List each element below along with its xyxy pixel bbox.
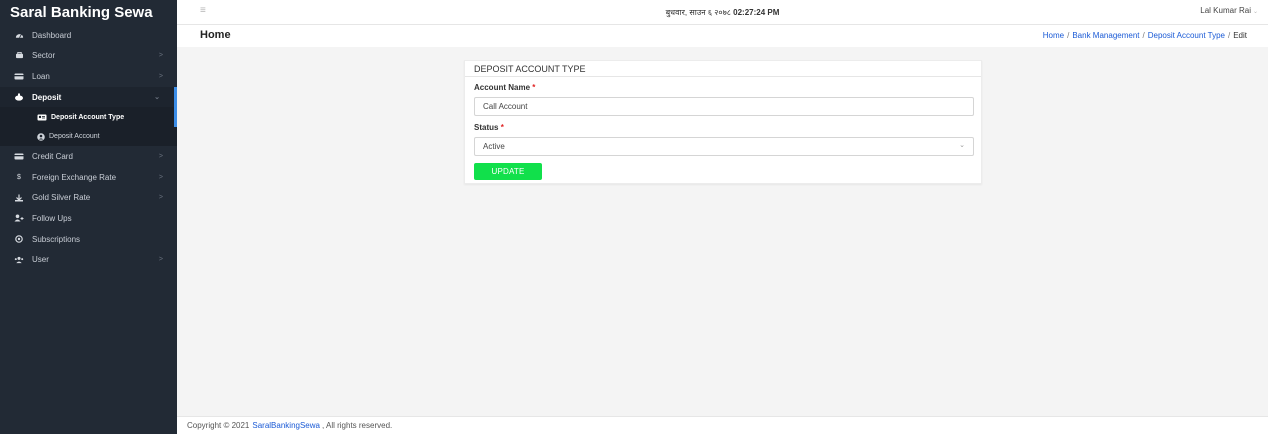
sidebar-item-credit-card[interactable]: Credit Card > [0, 146, 177, 167]
status-label-text: Status [474, 123, 499, 132]
sidebar-item-loan[interactable]: Loan > [0, 66, 177, 87]
required-mark: * [532, 83, 536, 92]
breadcrumb-bank-management[interactable]: Bank Management [1072, 31, 1139, 40]
sidebar-item-dashboard[interactable]: Dashboard [0, 25, 177, 46]
status-label: Status * [474, 123, 504, 132]
gold-silver-icon [14, 194, 24, 202]
sidebar-subitem-label: Deposit Account [49, 133, 100, 141]
chevron-right-icon: > [158, 256, 163, 264]
dollar-icon: $ [17, 173, 21, 181]
chevron-down-icon: ⌄ [1252, 9, 1258, 15]
sidebar-item-user[interactable]: User > [0, 249, 177, 270]
user-name: Lal Kumar Rai [1200, 6, 1251, 15]
sidebar: Saral Banking Sewa Dashboard Sector > Lo… [0, 0, 177, 434]
sidebar-item-foreign-exchange-rate[interactable]: $ Foreign Exchange Rate > [0, 167, 177, 188]
sidebar-item-label: Gold Silver Rate [32, 193, 91, 203]
breadcrumb-deposit-account-type[interactable]: Deposit Account Type [1148, 31, 1225, 40]
hamburger-menu-icon[interactable]: ≡ [200, 5, 206, 16]
brand-title[interactable]: Saral Banking Sewa [0, 0, 177, 25]
required-mark: * [500, 123, 504, 132]
chevron-right-icon: > [158, 72, 163, 80]
users-icon [14, 256, 24, 264]
user-plus-icon [14, 214, 24, 222]
deposit-account-type-card: DEPOSIT ACCOUNT TYPE Account Name * Stat… [464, 60, 982, 184]
loan-icon [14, 73, 24, 80]
footer-copyright: Copyright © 2021 [187, 421, 250, 430]
footer-link[interactable]: SaralBankingSewa [252, 421, 320, 430]
credit-card-icon [14, 153, 24, 160]
id-card-icon [37, 114, 47, 121]
breadcrumb-current: Edit [1233, 31, 1247, 40]
current-time: 02:27:24 PM [733, 7, 780, 17]
card-title: DEPOSIT ACCOUNT TYPE [465, 61, 981, 77]
sidebar-item-label: Deposit [32, 92, 62, 102]
chevron-down-icon: ⌄ [154, 94, 160, 102]
sidebar-menu: Dashboard Sector > Loan > Deposit ⌄ Depo… [0, 25, 177, 270]
sector-icon [14, 52, 24, 59]
page-header: Home Home / Bank Management / Deposit Accoun… [177, 25, 1268, 47]
sidebar-subitem-deposit-account-type[interactable]: Deposit Account Type [0, 107, 177, 127]
footer-rights: , All rights reserved. [321, 421, 393, 430]
account-name-label-text: Account Name [474, 83, 531, 92]
status-select[interactable]: Active ⌄ [474, 137, 974, 156]
breadcrumb-separator: / [1227, 31, 1231, 40]
sidebar-item-sector[interactable]: Sector > [0, 46, 177, 67]
footer: Copyright © 2021 SaralBankingSewa, All ri… [177, 416, 1268, 434]
sidebar-item-deposit[interactable]: Deposit ⌄ [0, 86, 177, 108]
chevron-right-icon: > [158, 173, 163, 181]
sidebar-item-label: Dashboard [32, 30, 72, 40]
status-selected-value: Active [483, 142, 505, 151]
breadcrumb-separator: / [1142, 31, 1145, 40]
sidebar-item-label: Follow Ups [32, 213, 72, 223]
sidebar-item-label: Credit Card [32, 152, 73, 162]
chevron-right-icon: > [158, 153, 163, 161]
breadcrumb-separator: / [1067, 31, 1070, 40]
chevron-right-icon: > [158, 194, 163, 202]
sidebar-item-follow-ups[interactable]: Follow Ups [0, 208, 177, 229]
sidebar-item-label: User [32, 255, 49, 265]
user-circle-icon [37, 132, 45, 141]
account-name-label: Account Name * [474, 83, 535, 92]
sidebar-item-gold-silver-rate[interactable]: Gold Silver Rate > [0, 188, 177, 209]
sidebar-item-label: Loan [32, 71, 50, 81]
sidebar-item-label: Sector [32, 51, 56, 61]
sidebar-item-label: Subscriptions [32, 234, 81, 244]
breadcrumb-home[interactable]: Home [1043, 31, 1064, 40]
chevron-down-icon: ⌄ [959, 142, 965, 149]
deposit-icon [14, 93, 24, 101]
current-datetime: बुधवार, साउन ६ २०७८ 02:27:24 PM [177, 7, 1268, 18]
topbar: ≡ बुधवार, साउन ६ २०७८ 02:27:24 PM Lal Ku… [177, 0, 1268, 25]
breadcrumb: Home / Bank Management / Deposit Account Typ… [1043, 31, 1247, 40]
sidebar-item-label: Foreign Exchange Rate [32, 172, 117, 182]
sidebar-item-subscriptions[interactable]: Subscriptions [0, 229, 177, 250]
subscriptions-icon [14, 235, 24, 243]
sidebar-subitem-deposit-account[interactable]: Deposit Account [0, 127, 177, 147]
sidebar-subitem-label: Deposit Account Type [51, 113, 125, 121]
account-name-input[interactable] [474, 97, 974, 116]
deposit-submenu: Deposit Account Type Deposit Account [0, 107, 177, 147]
dashboard-icon [14, 31, 24, 39]
update-button[interactable]: UPDATE [474, 163, 542, 180]
page-title: Home [200, 29, 231, 41]
chevron-right-icon: > [158, 52, 163, 60]
user-menu[interactable]: Lal Kumar Rai ⌄ [1200, 6, 1258, 15]
current-date: बुधवार, साउन ६ २०७८ [665, 7, 731, 17]
